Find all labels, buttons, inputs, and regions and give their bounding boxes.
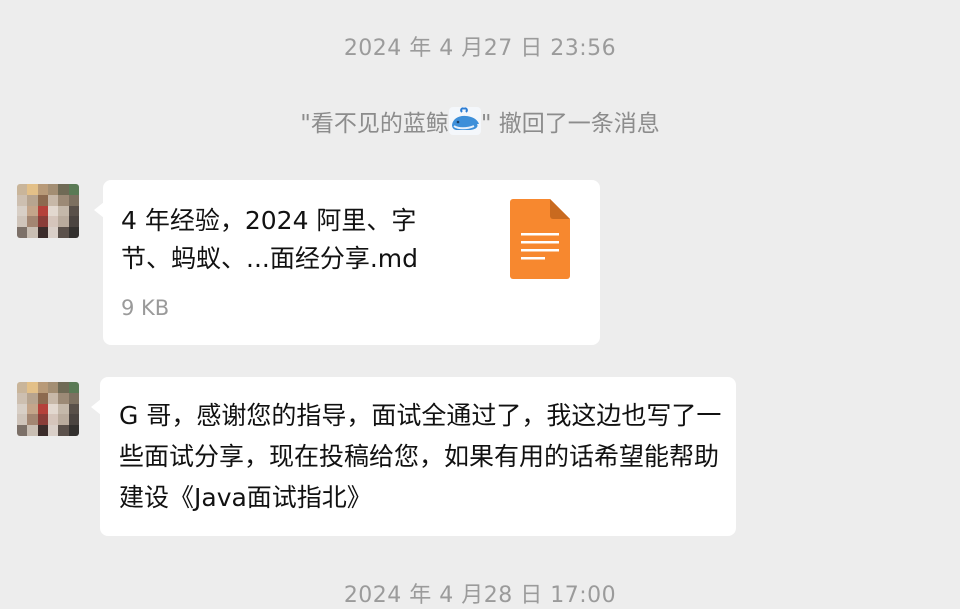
text-message-bubble[interactable]: G 哥，感谢您的指导，面试全通过了，我这边也写了一些面试分享，现在投稿给您，如果… — [91, 377, 736, 536]
timestamp-bottom: 2024 年 4 月28 日 17:00 — [343, 583, 617, 608]
recall-notice-suffix: " 撤回了一条消息 — [480, 111, 660, 137]
whale-emoji-icon — [448, 107, 481, 141]
file-size: 9 KB — [121, 296, 170, 320]
sender-avatar[interactable] — [17, 382, 79, 436]
timestamp-top: 2024 年 4 月27 日 23:56 — [343, 36, 617, 61]
file-message-bubble[interactable]: 4 年经验，2024 阿里、字节、蚂蚁、...面经分享.md 9 KB — [94, 180, 600, 345]
recall-notice: "看不见的蓝鲸 " 撤回了一条消息 — [0, 104, 960, 141]
sender-avatar[interactable] — [17, 184, 79, 238]
file-name: 4 年经验，2024 阿里、字节、蚂蚁、...面经分享.md — [121, 206, 419, 273]
recall-notice-prefix: "看不见的蓝鲸 — [300, 111, 449, 137]
message-text: G 哥，感谢您的指导，面试全通过了，我这边也写了一些面试分享，现在投稿给您，如果… — [119, 401, 722, 512]
document-icon — [510, 199, 570, 283]
